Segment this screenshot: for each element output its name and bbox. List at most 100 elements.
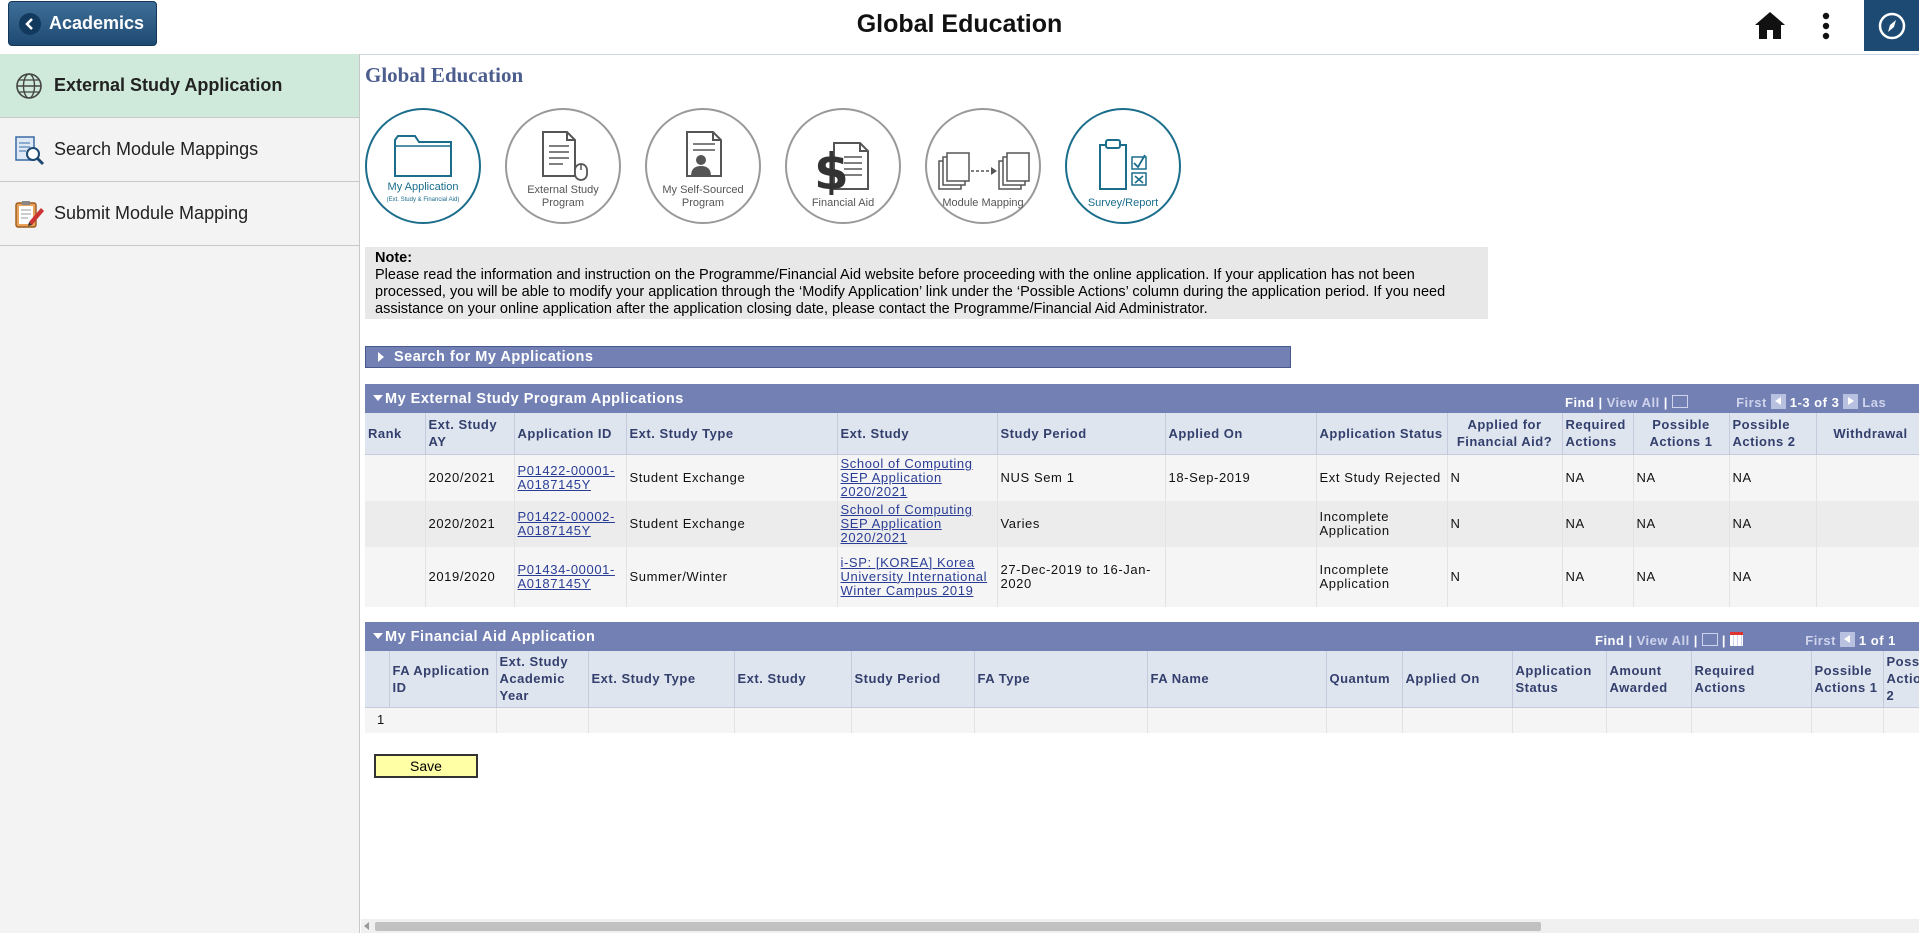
column-header[interactable]: Amount Awarded bbox=[1606, 651, 1692, 708]
view-all-link[interactable]: View All bbox=[1637, 633, 1690, 648]
chevron-left-icon bbox=[19, 12, 41, 35]
column-header[interactable]: Application Status bbox=[1316, 413, 1448, 455]
tile-label: My Self-Sourced Program bbox=[662, 184, 744, 209]
tile-my-self-sourced-program[interactable]: My Self-Sourced Program bbox=[645, 108, 761, 224]
next-icon[interactable] bbox=[1843, 394, 1859, 409]
column-header[interactable]: Ext. Study Academic Year bbox=[496, 651, 589, 708]
tile-module-mapping[interactable]: Module Mapping bbox=[925, 108, 1041, 224]
column-header[interactable]: FA Type bbox=[974, 651, 1148, 708]
rank-cell bbox=[365, 500, 426, 547]
collapse-triangle-icon[interactable] bbox=[373, 633, 383, 639]
tile-label: Financial Aid bbox=[811, 197, 875, 209]
previous-icon[interactable] bbox=[1839, 632, 1855, 647]
globe-icon bbox=[12, 69, 46, 103]
navbar-compass-icon[interactable] bbox=[1864, 0, 1919, 51]
zoom-icon[interactable] bbox=[1671, 395, 1688, 408]
more-options-icon[interactable] bbox=[1822, 12, 1830, 45]
clipboard-edit-icon bbox=[12, 197, 46, 231]
column-header[interactable]: Quantum bbox=[1326, 651, 1403, 708]
column-header[interactable]: Study Period bbox=[851, 651, 975, 708]
column-header[interactable]: Ext. Study bbox=[837, 413, 998, 455]
last-link[interactable]: Las bbox=[1862, 395, 1886, 410]
tile-label: Survey/Report bbox=[1087, 197, 1159, 209]
tile-label: Module Mapping bbox=[942, 197, 1024, 209]
save-button[interactable]: Save bbox=[374, 754, 478, 778]
tile-financial-aid[interactable]: $ Financial Aid bbox=[785, 108, 901, 224]
tile-my-application[interactable]: My Application (Ext. Study & Financial A… bbox=[365, 108, 481, 224]
tile-external-study-program[interactable]: External Study Program bbox=[505, 108, 621, 224]
sidebar-item-submit-module-mapping[interactable]: Submit Module Mapping bbox=[0, 182, 359, 246]
required-actions-cell: NA bbox=[1562, 454, 1634, 501]
table-cell bbox=[1402, 707, 1513, 733]
column-header[interactable]: Ext. Study AY bbox=[425, 413, 515, 455]
application-id-link[interactable]: P01434-00001-A0187145Y bbox=[518, 562, 615, 591]
column-header[interactable]: Applied On bbox=[1402, 651, 1513, 708]
column-header[interactable]: Withdrawal bbox=[1816, 413, 1919, 455]
first-link[interactable]: First bbox=[1805, 633, 1836, 648]
ext-grid-navigation: Find | View All | First 1-3 of 3 Las bbox=[1565, 394, 1887, 410]
column-header[interactable]: Study Period bbox=[997, 413, 1166, 455]
first-link[interactable]: First bbox=[1736, 395, 1767, 410]
find-link[interactable]: Find bbox=[1595, 633, 1624, 648]
column-header[interactable]: Possible Actions 2 bbox=[1883, 651, 1919, 708]
fa-grid: FA Application ID Ext. Study Academic Ye… bbox=[365, 651, 1919, 733]
column-header[interactable]: Possible Actions 1 bbox=[1633, 413, 1730, 455]
table-cell bbox=[1512, 707, 1607, 733]
column-header[interactable]: Ext. Study bbox=[734, 651, 852, 708]
ext-study-link[interactable]: School of Computing SEP Application 2020… bbox=[841, 502, 973, 545]
column-header[interactable]: Application Status bbox=[1512, 651, 1607, 708]
column-header[interactable]: Ext. Study Type bbox=[588, 651, 735, 708]
application-id-link[interactable]: P01422-00001-A0187145Y bbox=[518, 463, 615, 492]
tile-survey-report[interactable]: Survey/Report bbox=[1065, 108, 1181, 224]
fa-grid-header-row: FA Application ID Ext. Study Academic Ye… bbox=[365, 651, 1919, 708]
table-cell bbox=[1811, 707, 1884, 733]
table-cell bbox=[734, 707, 852, 733]
column-header[interactable]: Rank bbox=[365, 413, 426, 455]
zoom-icon[interactable] bbox=[1701, 633, 1718, 646]
column-header[interactable]: Possible Actions 2 bbox=[1729, 413, 1817, 455]
svg-text:$: $ bbox=[814, 143, 849, 195]
applied-on-cell: 18-Sep-2019 bbox=[1165, 454, 1317, 501]
column-header[interactable]: Applied On bbox=[1165, 413, 1317, 455]
sidebar-item-search-module-mappings[interactable]: Search Module Mappings bbox=[0, 118, 359, 182]
ext-study-link[interactable]: School of Computing SEP Application 2020… bbox=[841, 456, 973, 499]
view-all-link[interactable]: View All bbox=[1607, 395, 1660, 410]
application-id-link[interactable]: P01422-00002-A0187145Y bbox=[518, 509, 615, 538]
fa-grid-title: My Financial Aid Application bbox=[385, 629, 596, 645]
column-header[interactable]: FA Name bbox=[1147, 651, 1327, 708]
chevron-right-icon bbox=[378, 352, 384, 362]
search-section-toggle[interactable]: Search for My Applications bbox=[365, 346, 1291, 368]
sidebar-item-label: Submit Module Mapping bbox=[54, 203, 249, 223]
download-spreadsheet-icon[interactable] bbox=[1730, 632, 1743, 646]
table-cell bbox=[496, 707, 589, 733]
column-header[interactable]: Possible Actions 1 bbox=[1811, 651, 1884, 708]
scroll-left-icon[interactable] bbox=[364, 922, 369, 930]
period-cell: 27-Dec-2019 to 16-Jan-2020 bbox=[997, 546, 1166, 607]
ay-cell: 2020/2021 bbox=[425, 500, 515, 547]
note-heading: Note: bbox=[375, 250, 413, 266]
tile-label: My Application bbox=[387, 181, 459, 193]
column-header[interactable]: Application ID bbox=[514, 413, 627, 455]
table-cell bbox=[1883, 707, 1919, 733]
row-number-cell: 1 bbox=[365, 707, 497, 733]
column-header[interactable]: Required Actions bbox=[1691, 651, 1812, 708]
status-cell: Incomplete Application bbox=[1316, 546, 1448, 607]
ext-study-link[interactable]: i-SP: [KOREA] Korea University Internati… bbox=[841, 555, 988, 598]
status-cell: Incomplete Application bbox=[1316, 500, 1448, 547]
previous-icon[interactable] bbox=[1770, 394, 1786, 409]
find-link[interactable]: Find bbox=[1565, 395, 1594, 410]
column-header[interactable]: Applied for Financial Aid? bbox=[1447, 413, 1563, 455]
scrollbar-thumb[interactable] bbox=[375, 922, 1541, 931]
sidebar-item-external-study-application[interactable]: External Study Application bbox=[0, 54, 359, 118]
collapse-triangle-icon[interactable] bbox=[373, 395, 383, 401]
column-header[interactable]: Required Actions bbox=[1562, 413, 1634, 455]
horizontal-scrollbar[interactable] bbox=[361, 919, 1919, 933]
sidebar-item-label: Search Module Mappings bbox=[54, 139, 259, 159]
rank-cell bbox=[365, 546, 426, 607]
page-title: Global Education bbox=[365, 63, 524, 87]
table-cell bbox=[588, 707, 735, 733]
back-button[interactable]: Academics bbox=[8, 1, 157, 46]
home-icon[interactable] bbox=[1754, 10, 1786, 45]
column-header[interactable]: FA Application ID bbox=[389, 651, 497, 708]
column-header[interactable]: Ext. Study Type bbox=[626, 413, 838, 455]
